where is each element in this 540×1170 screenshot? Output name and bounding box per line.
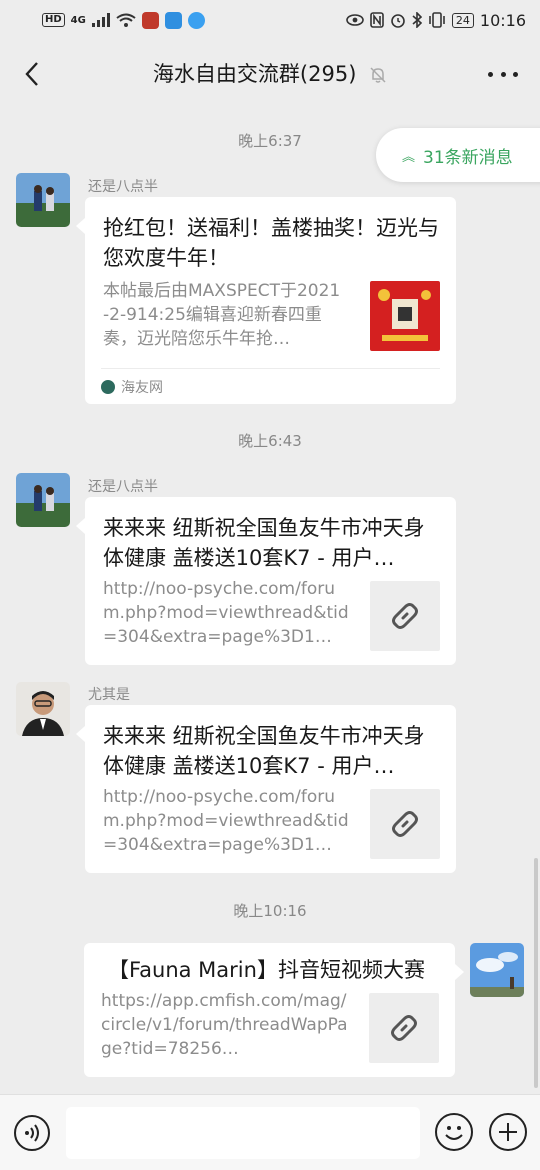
link-thumbnail — [370, 789, 440, 859]
link-icon — [391, 1015, 417, 1041]
message-source: 海友网 — [101, 377, 163, 397]
timestamp: 晚上6:43 — [238, 432, 302, 450]
avatar[interactable] — [16, 473, 70, 527]
emoji-icon — [445, 1126, 463, 1140]
message-card[interactable]: 抢红包！送福利！盖楼抽奖！迈光与您欢度牛年！ 本帖最后由MAXSPECT于202… — [85, 197, 456, 404]
link-thumbnail — [369, 993, 439, 1063]
scrollbar[interactable] — [534, 858, 538, 1088]
message-description: 本帖最后由MAXSPECT于2021-2-914:25编辑喜迎新春四重奏，迈光陪… — [103, 281, 341, 349]
more-functions-button[interactable] — [489, 1113, 527, 1151]
network-type: 4G — [70, 14, 86, 26]
link-icon — [392, 603, 418, 629]
app-notification-icon — [187, 11, 205, 29]
app-notification-icon — [164, 11, 182, 29]
message-description: https://app.cmfish.com/mag/circle/v1/for… — [101, 991, 348, 1059]
eye-icon — [346, 14, 364, 26]
signal-icon — [91, 13, 110, 27]
link-thumbnail — [370, 581, 440, 651]
message-title: 抢红包！送福利！盖楼抽奖！迈光与您欢度牛年！ — [103, 216, 439, 270]
avatar[interactable] — [16, 173, 70, 227]
message-card[interactable]: 来来来 纽斯祝全国鱼友牛市冲天身体健康 盖楼送10套K7 - 用户… http:… — [85, 705, 456, 873]
chat-title: 海水自由交流群(295) — [152, 62, 357, 86]
app-notification-icon — [141, 11, 159, 29]
wifi-icon — [116, 13, 136, 27]
voice-button[interactable] — [14, 1115, 50, 1151]
message-thumbnail — [370, 281, 440, 351]
chat-header: 海水自由交流群(295) — [0, 40, 540, 108]
bell-off-icon — [370, 67, 386, 83]
input-bar — [0, 1094, 540, 1170]
avatar[interactable] — [470, 943, 524, 997]
sender-name: 尤其是 — [88, 687, 130, 703]
message-title: 来来来 纽斯祝全国鱼友牛市冲天身体健康 盖楼送10套K7 - 用户… — [103, 724, 425, 778]
plus-icon — [499, 1123, 517, 1141]
message-card[interactable]: 来来来 纽斯祝全国鱼友牛市冲天身体健康 盖楼送10套K7 - 用户… http:… — [85, 497, 456, 665]
more-dots-icon — [488, 71, 493, 77]
status-time: 10:16 — [479, 10, 526, 30]
sender-name: 还是八点半 — [88, 179, 158, 195]
message-description: http://noo-psyche.com/forum.php?mod=view… — [103, 579, 349, 647]
timestamp: 晚上10:16 — [233, 902, 307, 920]
status-bar: HD 4G 24 10:16 — [0, 0, 540, 40]
voice-icon — [25, 1124, 39, 1142]
nfc-icon — [370, 12, 384, 28]
avatar[interactable] — [16, 682, 70, 736]
source-name: 海友网 — [121, 380, 163, 396]
sender-name: 还是八点半 — [88, 479, 158, 495]
message-input[interactable] — [66, 1107, 420, 1159]
timestamp: 晚上6:37 — [238, 132, 302, 150]
hd-icon: HD — [42, 13, 65, 27]
battery-icon: 24 — [451, 12, 474, 28]
chat-title-container[interactable]: 海水自由交流群(295) — [0, 58, 540, 88]
bluetooth-icon — [412, 12, 422, 28]
message-card[interactable]: 【Fauna Marin】抖音短视频大赛 https://app.cmfish.… — [84, 943, 455, 1077]
emoji-button[interactable] — [435, 1113, 473, 1151]
link-icon — [392, 811, 418, 837]
more-options-button[interactable] — [488, 62, 518, 86]
message-description: http://noo-psyche.com/forum.php?mod=view… — [103, 787, 349, 855]
alarm-icon — [391, 14, 405, 28]
source-logo-icon — [101, 380, 115, 394]
vibrate-icon — [429, 12, 445, 28]
message-title: 来来来 纽斯祝全国鱼友牛市冲天身体健康 盖楼送10套K7 - 用户… — [103, 516, 425, 570]
message-title: 【Fauna Marin】抖音短视频大赛 — [108, 958, 425, 982]
